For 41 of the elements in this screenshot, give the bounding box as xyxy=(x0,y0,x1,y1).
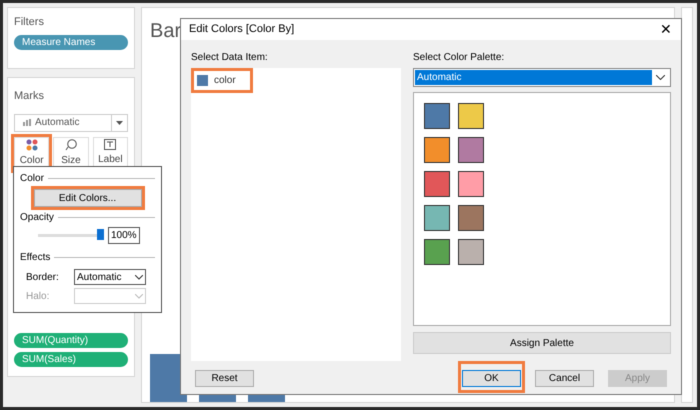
text-box-icon xyxy=(104,139,116,150)
chevron-down-icon xyxy=(135,294,143,298)
color-swatch[interactable] xyxy=(424,239,450,265)
color-swatch[interactable] xyxy=(458,171,484,197)
field-label: Halo: xyxy=(26,290,50,304)
color-swatch[interactable] xyxy=(458,103,484,129)
opacity-value: 100% xyxy=(108,227,140,244)
dropdown-arrow-icon xyxy=(116,120,123,124)
reset-button[interactable]: Reset xyxy=(195,370,254,387)
color-swatch[interactable] xyxy=(458,205,484,231)
chevron-down-icon xyxy=(135,274,143,280)
section-heading: Opacity xyxy=(20,211,54,225)
color-swatch[interactable] xyxy=(424,103,450,129)
close-button[interactable]: ✕ xyxy=(651,19,681,40)
section-heading: Color xyxy=(20,172,44,186)
color-swatch[interactable] xyxy=(424,171,450,197)
opacity-slider[interactable] xyxy=(38,228,104,242)
dialog-title: Edit Colors [Color By] xyxy=(189,22,296,38)
sheet-title: Bar xyxy=(150,19,182,44)
color-swatch[interactable] xyxy=(458,239,484,265)
panel-title: Marks xyxy=(14,89,45,104)
color-swatch[interactable] xyxy=(424,137,450,163)
slider-thumb[interactable] xyxy=(97,228,104,240)
dialog-button[interactable]: Cancel xyxy=(535,370,594,387)
mark-type-dropdown[interactable]: Automatic xyxy=(14,114,128,132)
data-item[interactable]: color xyxy=(191,68,253,93)
color-swatch[interactable] xyxy=(424,205,450,231)
dots-icon xyxy=(26,138,38,150)
dialog-button: Apply xyxy=(608,370,667,387)
dialog-button[interactable]: OK xyxy=(462,370,521,387)
palette-dropdown[interactable]: Automatic xyxy=(413,68,671,87)
field-label: Border: xyxy=(26,270,60,284)
color-swatch[interactable] xyxy=(458,137,484,163)
field-label: Select Color Palette: xyxy=(413,51,506,65)
section-heading: Effects xyxy=(20,251,50,265)
field-label: Select Data Item: xyxy=(191,51,269,65)
lasso-icon xyxy=(64,138,77,150)
panel-title: Filters xyxy=(14,15,45,30)
dropdown[interactable]: Automatic xyxy=(74,269,146,285)
assign-palette-button[interactable]: Assign Palette xyxy=(413,332,671,354)
bar-chart-icon xyxy=(23,119,31,126)
